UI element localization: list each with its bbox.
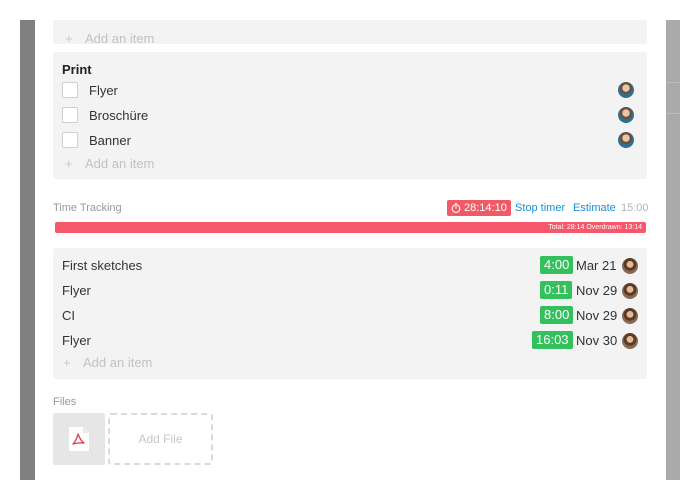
avatar[interactable] xyxy=(622,333,638,349)
avatar[interactable] xyxy=(622,258,638,274)
duration-badge: 4:00 xyxy=(540,256,574,274)
backdrop-divider xyxy=(666,82,680,83)
time-entries-list: First sketches 4:00 Mar 21 Flyer 0:11 No… xyxy=(53,248,647,379)
files-label: Files xyxy=(53,396,77,408)
checkbox[interactable] xyxy=(62,107,78,123)
avatar[interactable] xyxy=(622,283,638,299)
add-item-label: Add an item xyxy=(85,31,155,46)
estimate-value: 15:00 xyxy=(621,202,649,214)
timer-value: 28:14:10 xyxy=(464,202,507,214)
add-item-label: Add an item xyxy=(85,156,155,171)
checkbox[interactable] xyxy=(62,132,78,148)
avatar[interactable] xyxy=(618,82,634,98)
add-file-label: Add File xyxy=(138,432,183,446)
stop-timer-link[interactable]: Stop timer xyxy=(515,202,565,214)
time-entry-row[interactable]: Flyer 0:11 Nov 29 xyxy=(62,280,647,302)
time-progress-bar: Total: 28:14 Overdrawn: 13:14 xyxy=(55,222,646,233)
card-detail-modal: + Add an item Print Flyer Broschüre Bann… xyxy=(35,20,666,480)
time-entry-row[interactable]: Flyer 16:03 Nov 30 xyxy=(62,330,647,352)
avatar[interactable] xyxy=(618,132,634,148)
duration-badge: 0:11 xyxy=(540,281,573,299)
estimate-link[interactable]: Estimate xyxy=(573,202,616,214)
duration-badge: 16:03 xyxy=(532,331,573,349)
add-item-button[interactable]: + Add an item xyxy=(63,355,152,370)
stopwatch-icon xyxy=(451,203,461,213)
avatar[interactable] xyxy=(618,107,634,123)
checklist-top: + Add an item xyxy=(53,20,647,46)
add-item-button[interactable]: + Add an item xyxy=(65,31,154,46)
time-entry-name: Flyer xyxy=(62,283,91,298)
checklist-print: Print Flyer Broschüre Banner + Add an it… xyxy=(53,52,647,179)
avatar[interactable] xyxy=(622,308,638,324)
checklist-item: Broschüre xyxy=(62,104,647,126)
time-entry-date: Nov 30 xyxy=(576,333,618,348)
add-file-button[interactable]: Add File xyxy=(108,413,213,465)
backdrop-divider xyxy=(666,113,680,114)
progress-summary: Total: 28:14 Overdrawn: 13:14 xyxy=(548,224,642,231)
plus-icon: + xyxy=(65,156,73,171)
checklist-title: Print xyxy=(62,62,92,77)
time-entry-date: Nov 29 xyxy=(576,308,618,323)
checkbox[interactable] xyxy=(62,82,78,98)
checklist-item: Banner xyxy=(62,129,647,151)
plus-icon: + xyxy=(65,31,73,46)
file-thumbnail[interactable] xyxy=(53,413,105,465)
time-entry-date: Nov 29 xyxy=(576,283,618,298)
time-tracking-label: Time Tracking xyxy=(53,202,122,214)
time-entry-row[interactable]: First sketches 4:00 Mar 21 xyxy=(62,255,647,277)
plus-icon: + xyxy=(63,355,71,370)
checklist-item-label: Flyer xyxy=(89,82,118,98)
time-entry-row[interactable]: CI 8:00 Nov 29 xyxy=(62,305,647,327)
running-timer-badge[interactable]: 28:14:10 xyxy=(447,200,511,216)
time-entry-date: Mar 21 xyxy=(576,258,617,273)
add-item-button[interactable]: + Add an item xyxy=(65,156,154,171)
time-entry-name: First sketches xyxy=(62,258,143,273)
duration-badge: 8:00 xyxy=(540,306,574,324)
add-item-label: Add an item xyxy=(83,355,153,370)
time-entry-name: Flyer xyxy=(62,333,91,348)
pdf-icon xyxy=(69,427,89,451)
checklist-item-label: Banner xyxy=(89,132,131,148)
checklist-item-label: Broschüre xyxy=(89,107,149,123)
time-entry-name: CI xyxy=(62,308,75,323)
backdrop-side-panel xyxy=(666,20,680,480)
checklist-item: Flyer xyxy=(62,79,647,101)
